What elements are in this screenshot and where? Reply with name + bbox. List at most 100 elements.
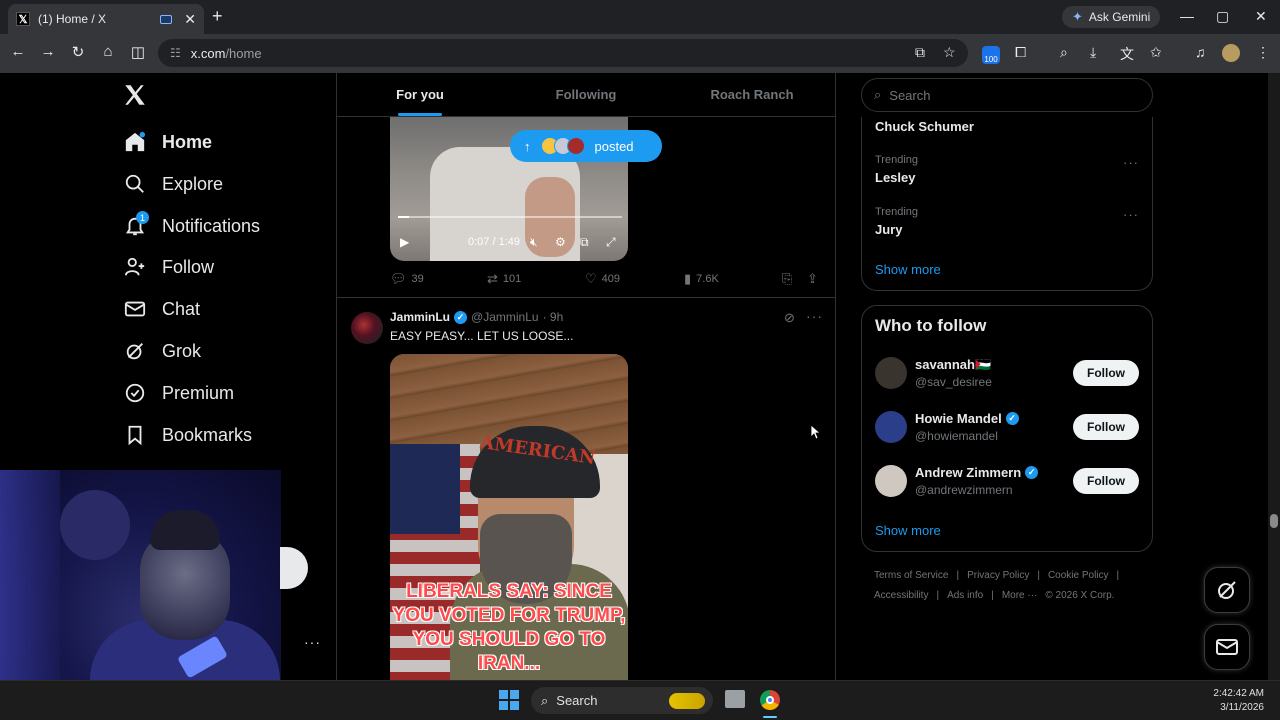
avatar[interactable] xyxy=(875,357,907,389)
tab-following[interactable]: Following xyxy=(503,73,669,116)
reply-button[interactable]: 💬︎ 39 xyxy=(390,271,424,287)
grok-icon[interactable]: ⊘ xyxy=(784,310,795,326)
back-arrow-icon[interactable]: ← xyxy=(8,43,28,60)
profile-avatar[interactable] xyxy=(1222,44,1240,62)
grok-fab-button[interactable] xyxy=(1204,567,1250,613)
nav-bookmarks[interactable]: Bookmarks xyxy=(122,415,252,455)
more-options-icon[interactable]: ··· xyxy=(806,308,823,324)
privacy-link[interactable]: Privacy Policy xyxy=(967,570,1029,581)
browser-tab[interactable]: 𝕏 (1) Home / X ✕ xyxy=(8,4,204,34)
bookmark-tweet-button[interactable]: ⎘ xyxy=(782,271,792,287)
follow-show-more-link[interactable]: Show more xyxy=(875,523,941,538)
search-input[interactable] xyxy=(889,87,1130,103)
chrome-menu-icon[interactable]: ⋮ xyxy=(1256,44,1270,61)
url-host: x.com xyxy=(190,45,226,61)
more-link[interactable]: More ··· xyxy=(1002,590,1038,601)
trend-item[interactable]: Chuck Schumer xyxy=(875,119,974,134)
trend-more-icon[interactable]: ··· xyxy=(1123,155,1139,170)
install-app-icon[interactable]: ⧉ xyxy=(915,44,925,61)
forward-arrow-icon[interactable]: → xyxy=(38,43,58,60)
nav-explore[interactable]: Explore xyxy=(122,164,223,204)
new-tab-button[interactable]: + xyxy=(212,6,223,27)
video-caption: LIBERALS SAY: SINCE YOU VOTED FOR TRUMP,… xyxy=(392,581,626,674)
media-controls-icon[interactable]: ♫ xyxy=(1195,44,1206,60)
maximize-button[interactable]: ▢ xyxy=(1216,8,1229,25)
mute-icon[interactable]: 🔇︎ xyxy=(530,235,538,250)
taskbar-clock[interactable]: 2:42:42 AM 3/11/2026 xyxy=(1200,687,1264,715)
home-icon xyxy=(122,129,148,155)
messages-fab-button[interactable] xyxy=(1204,624,1250,670)
extension-badge-icon[interactable]: 100 xyxy=(982,46,1000,64)
tab-media-icon[interactable] xyxy=(160,14,173,24)
trend-more-icon[interactable]: ··· xyxy=(1123,207,1139,222)
fullscreen-icon[interactable]: ⤢ xyxy=(606,235,616,250)
video-progress-track[interactable] xyxy=(398,216,622,218)
tab-for-you[interactable]: For you xyxy=(337,73,503,116)
home-button-icon[interactable]: ⌂ xyxy=(98,43,118,60)
trend-item[interactable]: Jury xyxy=(875,222,902,237)
follow-button[interactable]: Follow xyxy=(1073,360,1139,386)
side-panel-icon[interactable]: ◫ xyxy=(128,43,148,61)
minimize-button[interactable]: — xyxy=(1180,8,1194,24)
windows-start-icon[interactable] xyxy=(499,690,519,710)
tweet-author-name[interactable]: JamminLu xyxy=(390,310,450,324)
nav-notifications[interactable]: 1 Notifications xyxy=(122,206,260,246)
bookmark-icon: ⎘ xyxy=(782,271,793,286)
new-posts-pill[interactable]: ↑ posted xyxy=(510,130,662,162)
views-button[interactable]: ▮ 7.6K xyxy=(684,271,719,287)
cast-search-icon[interactable]: ⌕ xyxy=(1060,44,1068,61)
site-info-icon[interactable]: ☷ xyxy=(170,46,181,60)
tab-roach-ranch[interactable]: Roach Ranch xyxy=(669,73,835,116)
reply-icon: 💬︎ xyxy=(390,271,407,286)
video-settings-icon[interactable]: ⚙ xyxy=(555,235,566,249)
play-icon[interactable]: ▶ xyxy=(400,235,409,249)
nav-follow[interactable]: Follow xyxy=(122,247,214,287)
page-scrollbar[interactable] xyxy=(1268,73,1280,680)
nav-premium[interactable]: Premium xyxy=(122,373,234,413)
ads-info-link[interactable]: Ads info xyxy=(947,590,983,601)
suggested-user-name[interactable]: Howie Mandel ✓ xyxy=(915,411,1019,426)
downloads-icon[interactable]: ⤓ xyxy=(1090,44,1096,61)
follow-button[interactable]: Follow xyxy=(1073,414,1139,440)
repost-button[interactable]: ⇄ 101 xyxy=(487,271,521,287)
translate-icon[interactable]: 文 xyxy=(1120,44,1134,64)
follow-button[interactable]: Follow xyxy=(1073,468,1139,494)
ask-gemini-button[interactable]: ✦ Ask Gemini xyxy=(1062,6,1161,28)
like-button[interactable]: ♡ 409 xyxy=(585,271,620,287)
close-window-button[interactable]: ✕ xyxy=(1255,8,1267,25)
reload-icon[interactable]: ↻ xyxy=(68,43,88,61)
account-more-icon[interactable]: ··· xyxy=(304,634,321,650)
taskbar-search[interactable]: ⌕ Search xyxy=(531,687,713,714)
view-count: 7.6K xyxy=(696,273,719,285)
avatar[interactable] xyxy=(875,465,907,497)
trend-item[interactable]: Lesley xyxy=(875,170,915,185)
share-icon: ⇪ xyxy=(807,271,818,286)
suggested-user-name[interactable]: savannah🇵🇸 xyxy=(915,357,991,373)
nav-grok[interactable]: Grok xyxy=(122,331,201,371)
x-logo-icon[interactable] xyxy=(122,82,148,108)
share-button[interactable]: ⇪ xyxy=(807,271,818,287)
grok-icon xyxy=(1218,581,1236,599)
close-tab-icon[interactable]: ✕ xyxy=(184,11,196,28)
trends-show-more-link[interactable]: Show more xyxy=(875,262,941,277)
avatar[interactable] xyxy=(875,411,907,443)
file-explorer-icon[interactable] xyxy=(725,690,745,708)
extensions-puzzle-icon[interactable]: ⧠ xyxy=(1015,44,1026,61)
nav-chat[interactable]: Chat xyxy=(122,289,200,329)
posted-label: posted xyxy=(594,138,634,154)
suggested-user-name[interactable]: Andrew Zimmern ✓ xyxy=(915,465,1039,480)
reading-list-icon[interactable]: ✩ xyxy=(1150,44,1162,61)
tweet-time[interactable]: · 9h xyxy=(543,310,564,324)
chrome-taskbar-icon[interactable] xyxy=(760,690,780,710)
search-box[interactable]: ⌕ xyxy=(861,78,1153,112)
scrollbar-thumb[interactable] xyxy=(1270,514,1278,528)
address-bar[interactable]: ☷ x.com /home xyxy=(158,39,968,67)
cookie-link[interactable]: Cookie Policy xyxy=(1048,570,1109,581)
tweet-author-handle[interactable]: @JamminLu xyxy=(471,310,539,324)
picture-in-picture-icon[interactable]: ⧉ xyxy=(580,235,589,250)
bookmark-star-icon[interactable]: ☆ xyxy=(943,44,956,61)
terms-link[interactable]: Terms of Service xyxy=(874,570,948,581)
avatar[interactable] xyxy=(351,312,383,344)
accessibility-link[interactable]: Accessibility xyxy=(874,590,928,601)
nav-home[interactable]: Home xyxy=(122,122,212,162)
